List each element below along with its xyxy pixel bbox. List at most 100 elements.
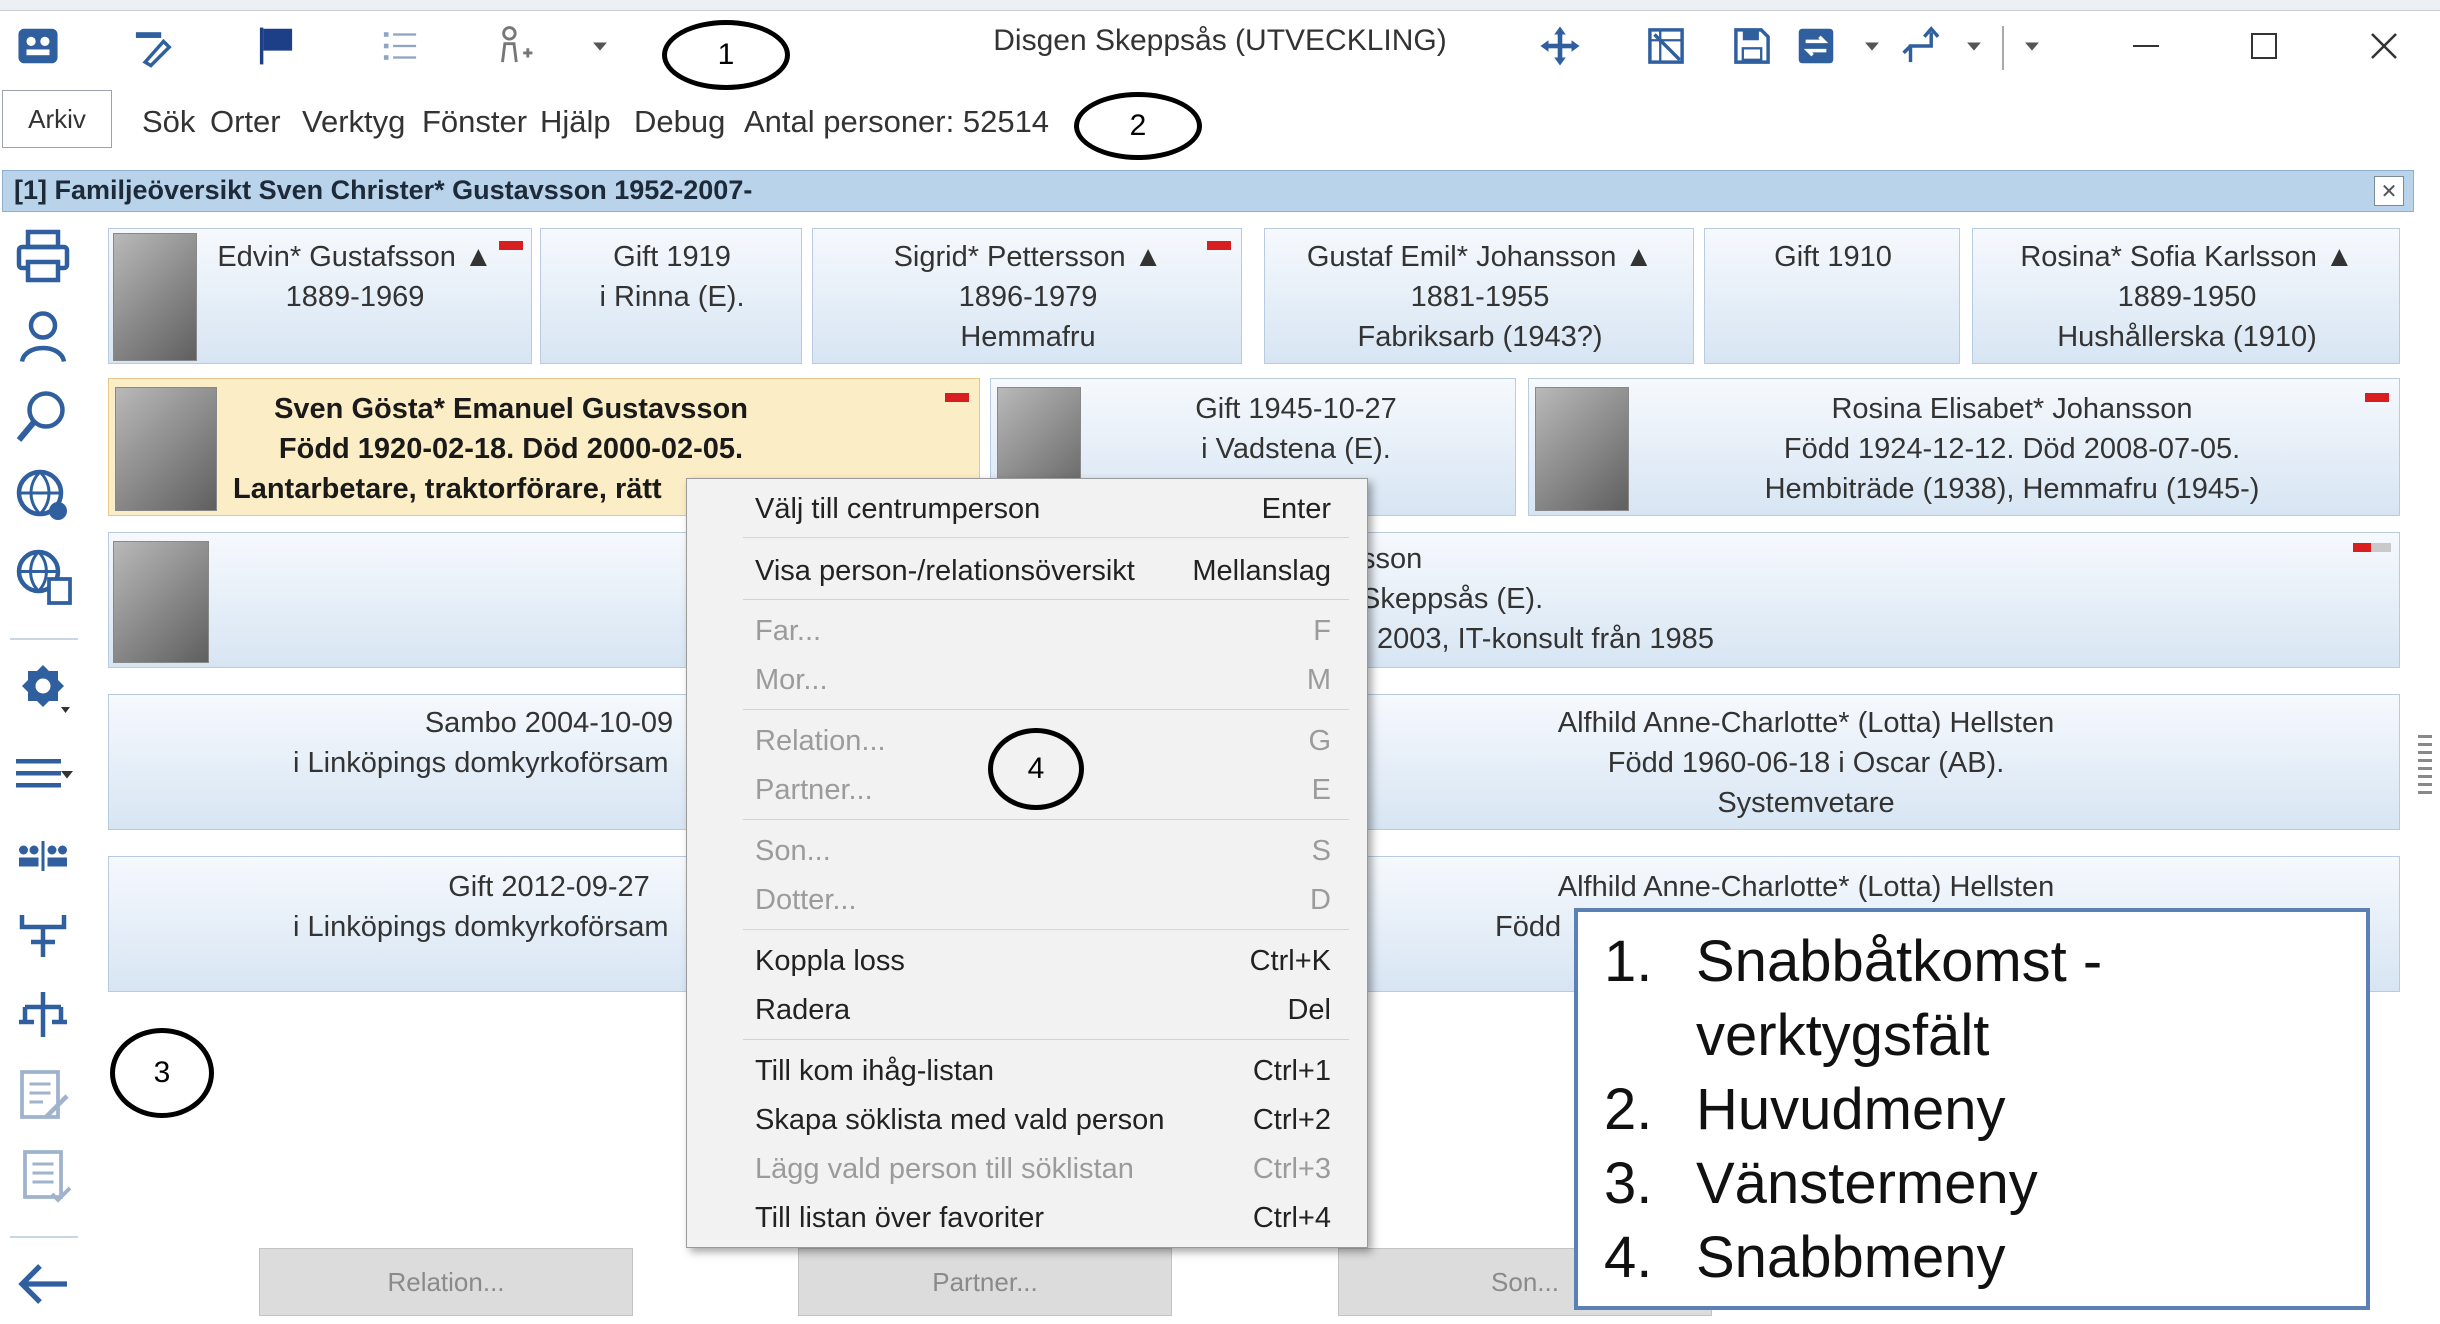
person-occupation: Fabriksarb (1943?) [1357,321,1603,353]
status-marker [2353,543,2371,552]
partner-button[interactable]: Partner... [798,1248,1172,1316]
menu-item-radera[interactable]: Radera Del [755,990,1355,1034]
note-list-icon[interactable] [8,1144,78,1208]
card-maternal-grandmother[interactable]: Rosina* Sofia Karlsson ▲ 1889-1950 Hushå… [1972,228,2400,364]
save-icon[interactable] [1726,20,1778,72]
person-name: Rosina* Sofia Karlsson ▲ [2020,241,2354,273]
marriage-date: Gift 1910 [1774,241,1892,273]
splitter-grip[interactable] [2418,735,2432,795]
grid-delete-icon[interactable] [1640,20,1692,72]
note-edit-icon[interactable] [8,1064,78,1128]
person-name: Sigrid* Pettersson ▲ [893,241,1163,273]
menu-item-label: Till kom ihåg-listan [755,1055,995,1087]
legend-text: Snabbmeny [1696,1225,2006,1290]
family-window-close-button[interactable]: ✕ [2374,176,2404,206]
menu-item-visa-oversikt[interactable]: Visa person-/relationsöversikt Mellansla… [755,551,1355,595]
annotation-circle-1: 1 [662,20,790,90]
tree-down-icon[interactable] [8,904,78,968]
menu-item-favoriter[interactable]: Till listan över favoriter Ctrl+4 [755,1198,1355,1242]
status-marker [945,393,969,402]
marriage-place: i Rinna (E). [599,281,745,313]
card-mother[interactable]: Rosina Elisabet* Johansson Född 1924-12-… [1528,378,2400,516]
annotation-circle-4: 4 [988,728,1084,810]
menu-item-label: Till listan över favoriter [755,1202,1045,1234]
menu-item-son[interactable]: Son... S [755,831,1355,875]
menu-item-far[interactable]: Far... F [755,611,1355,655]
menu-separator [743,709,1349,710]
card-maternal-marriage[interactable]: Gift 1910 [1704,228,1960,364]
person-occupation: Lantarbetare, traktorförare, rätt [233,473,662,505]
print-icon[interactable] [8,224,78,288]
sidebar-divider [10,1236,78,1238]
card-paternal-grandfather[interactable]: Edvin* Gustafsson ▲ 1889-1969 [108,228,532,364]
settings-gear-icon[interactable] [8,660,78,724]
status-marker [2365,393,2389,402]
menu-item-label: Son... [755,835,831,867]
menu-item-label: Radera [755,994,851,1026]
card-maternal-grandfather[interactable]: Gustaf Emil* Johansson ▲ 1881-1955 Fabri… [1264,228,1694,364]
person-name: Sven Gösta* Emanuel Gustavsson [274,393,748,425]
partner-name: Alfhild Anne-Charlotte* (Lotta) Hellsten [1557,871,2055,903]
menu-item-label: Lägg vald person till söklistan [755,1153,1134,1185]
flag-icon[interactable] [250,20,302,72]
menu-item-label: Skapa söklista med vald person [755,1104,1165,1136]
menu-item-koppla-loss[interactable]: Koppla loss Ctrl+K [755,941,1355,985]
person-years: 1881-1955 [1410,281,1550,313]
menu-orter[interactable]: Orter [210,104,281,140]
menu-item-shortcut: Ctrl+3 [1252,1153,1331,1185]
add-person-icon[interactable] [488,20,540,72]
minimize-button[interactable] [2116,20,2176,72]
menu-item-shortcut: Ctrl+K [1249,945,1331,977]
person-dates: Född 1920-02-18. Död 2000-02-05. [278,433,744,465]
card-paternal-grandmother[interactable]: Sigrid* Pettersson ▲ 1896-1979 Hemmafru [812,228,1242,364]
dropdown-arrow-icon[interactable] [1948,20,2000,72]
person-icon[interactable] [8,304,78,368]
menu-arkiv[interactable]: Arkiv [2,90,112,148]
close-button[interactable] [2354,20,2414,72]
maximize-button[interactable] [2234,20,2294,72]
family-pair-icon[interactable] [8,824,78,888]
partner-name: Alfhild Anne-Charlotte* (Lotta) Hellsten [1557,707,2055,739]
marriage-place: i Vadstena (E). [1201,433,1391,465]
app-logo-icon[interactable] [12,20,64,72]
menu-debug[interactable]: Debug [634,104,725,140]
dropdown-arrow-icon[interactable] [574,20,626,72]
card-paternal-marriage[interactable]: Gift 1919 i Rinna (E). [540,228,802,364]
relation-button[interactable]: Relation... [259,1248,633,1316]
window-title: Disgen Skeppsås (UTVECKLING) [993,24,1447,57]
menu-lines-icon[interactable] [8,742,78,806]
person-occupation: Hemmafru [960,321,1096,353]
menu-item-lagg-till-soklista[interactable]: Lägg vald person till söklistan Ctrl+3 [755,1149,1355,1193]
menu-item-shortcut: Del [1287,994,1331,1026]
status-marker-empty [2371,543,2391,552]
route-icon[interactable] [1896,20,1948,72]
back-arrow-icon[interactable] [8,1252,78,1316]
menu-item-kom-ihag[interactable]: Till kom ihåg-listan Ctrl+1 [755,1051,1355,1095]
person-photo [113,233,197,361]
swap-icon[interactable] [1790,20,1842,72]
list-icon[interactable] [374,20,426,72]
menu-hjalp[interactable]: Hjälp [540,104,611,140]
customize-dropdown-icon[interactable] [2006,20,2058,72]
legend-item-3: 3. Vänstermeny [1604,1148,2038,1220]
menu-item-skapa-soklista[interactable]: Skapa söklista med vald person Ctrl+2 [755,1100,1355,1144]
legend-text: Vänstermeny [1696,1151,2038,1216]
person-years: 1889-1950 [2117,281,2257,313]
menu-item-valj-centrumperson[interactable]: Välj till centrumperson Enter [755,489,1355,533]
menu-item-mor[interactable]: Mor... M [755,660,1355,704]
tree-up-icon[interactable] [8,984,78,1048]
menu-fonster[interactable]: Fönster [422,104,527,140]
person-occupation: Hembiträde (1938), Hemmafru (1945-) [1764,473,2260,505]
globe-pin-icon[interactable] [8,464,78,528]
globe-list-icon[interactable] [8,544,78,608]
menu-item-dotter[interactable]: Dotter... D [755,880,1355,924]
dropdown-arrow-icon[interactable] [1846,20,1898,72]
edit-pen-icon[interactable] [126,20,178,72]
search-icon[interactable] [8,384,78,448]
person-birth: Skeppsås (E). [1361,583,1544,615]
legend-number: 4. [1604,1225,1653,1290]
menu-sok[interactable]: Sök [142,104,195,140]
menu-verktyg[interactable]: Verktyg [302,104,405,140]
person-name: Gustaf Emil* Johansson ▲ [1306,241,1654,273]
move-icon[interactable] [1534,20,1586,72]
